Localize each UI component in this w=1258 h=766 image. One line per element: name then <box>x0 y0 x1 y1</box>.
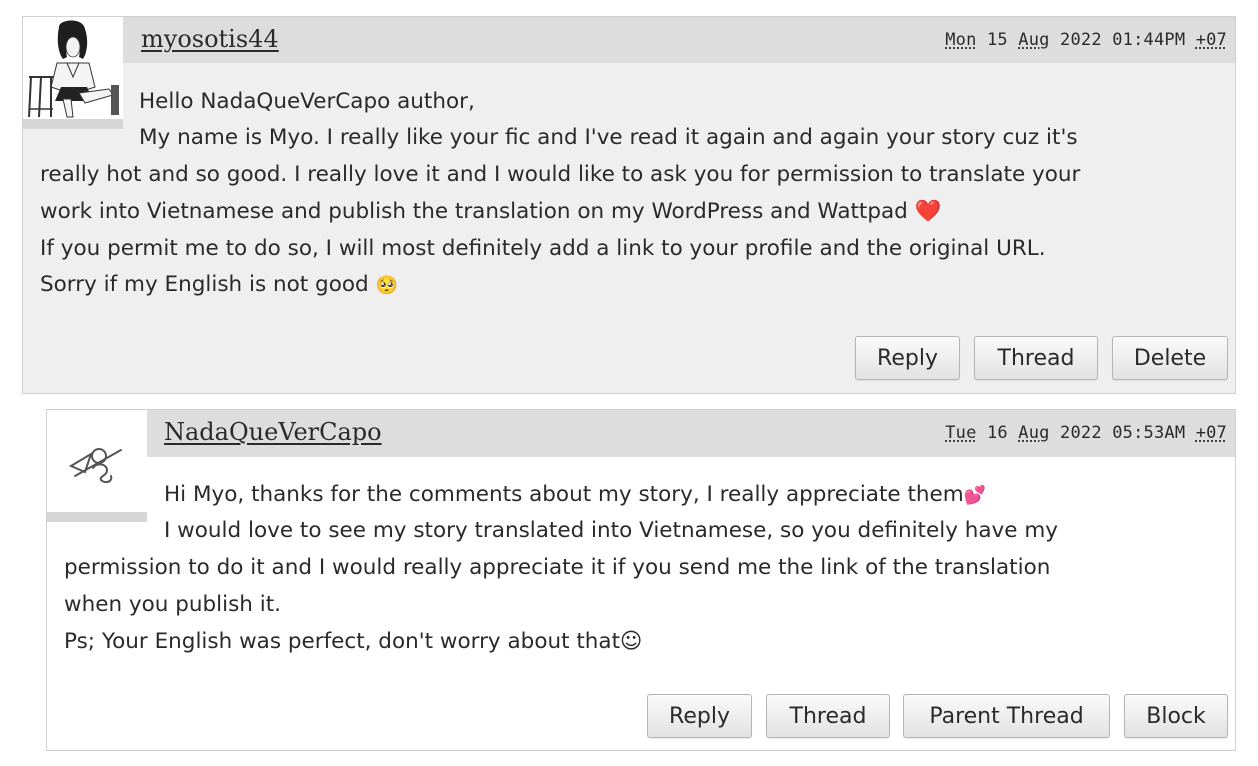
delete-button[interactable]: Delete <box>1112 336 1228 380</box>
block-button[interactable]: Block <box>1124 694 1228 738</box>
comment-myosotis44: myosotis44 Mon 15 Aug 2022 01:44PM +07 H… <box>22 16 1236 394</box>
comment-line-text: Sorry if my English is not good <box>40 272 369 297</box>
reply-button[interactable]: Reply <box>855 336 960 380</box>
comment-line-text: work into Vietnamese and publish the tra… <box>40 199 908 224</box>
smile-icon: ☺ <box>620 629 643 654</box>
timezone: +07 <box>1195 423 1227 443</box>
comment-author-link[interactable]: myosotis44 <box>141 25 279 53</box>
comment-line: Hi Myo, thanks for the comments about my… <box>164 476 986 514</box>
comment-line: Sorry if my English is not good 🥺 <box>40 266 398 304</box>
year-time: 2022 05:53AM <box>1060 423 1186 443</box>
day-abbr: Mon <box>945 30 977 50</box>
comment-line: work into Vietnamese and publish the tra… <box>40 193 941 230</box>
comment-header: NadaQueVerCapo Tue 16 Aug 2022 05:53AM +… <box>47 410 1235 457</box>
thread-button[interactable]: Thread <box>766 694 890 738</box>
comment-line: when you publish it. <box>64 592 282 617</box>
day: 16 <box>986 423 1008 443</box>
comment-line: My name is Myo. I really like your fic a… <box>139 125 1078 150</box>
heart-icon: ❤️ <box>914 199 942 224</box>
comment-line: permission to do it and I would really a… <box>64 555 1051 580</box>
comment-nadaquevercapo: NadaQueVerCapo Tue 16 Aug 2022 05:53AM +… <box>46 409 1236 751</box>
two-hearts-icon: 💕 <box>963 485 987 506</box>
thread-button[interactable]: Thread <box>974 336 1098 380</box>
comment-line: Ps; Your English was perfect, don't worr… <box>64 623 642 660</box>
comment-body: Hello NadaQueVerCapo author, My name is … <box>23 83 1235 323</box>
comment-author-link[interactable]: NadaQueVerCapo <box>164 418 382 446</box>
year-time: 2022 01:44PM <box>1060 30 1186 50</box>
day: 15 <box>986 30 1008 50</box>
comment-line: If you permit me to do so, I will most d… <box>40 236 1046 261</box>
comment-line: I would love to see my story translated … <box>164 518 1059 543</box>
comment-line: Hello NadaQueVerCapo author, <box>139 89 475 114</box>
comment-line-text: Ps; Your English was perfect, don't worr… <box>64 629 621 654</box>
reply-button[interactable]: Reply <box>647 694 752 738</box>
comment-datetime: Tue 16 Aug 2022 05:53AM +07 <box>945 423 1227 443</box>
comment-line: really hot and so good. I really love it… <box>40 162 1081 187</box>
pleading-face-icon: 🥺 <box>375 275 398 296</box>
month-abbr: Aug <box>1018 423 1050 443</box>
month-abbr: Aug <box>1018 30 1050 50</box>
comment-body: Hi Myo, thanks for the comments about my… <box>47 476 1235 676</box>
timezone: +07 <box>1195 30 1227 50</box>
parent-thread-button[interactable]: Parent Thread <box>903 694 1110 738</box>
comment-line-text: Hi Myo, thanks for the comments about my… <box>164 482 964 507</box>
comment-header: myosotis44 Mon 15 Aug 2022 01:44PM +07 <box>23 17 1235 63</box>
comment-datetime: Mon 15 Aug 2022 01:44PM +07 <box>945 30 1227 50</box>
day-abbr: Tue <box>945 423 977 443</box>
